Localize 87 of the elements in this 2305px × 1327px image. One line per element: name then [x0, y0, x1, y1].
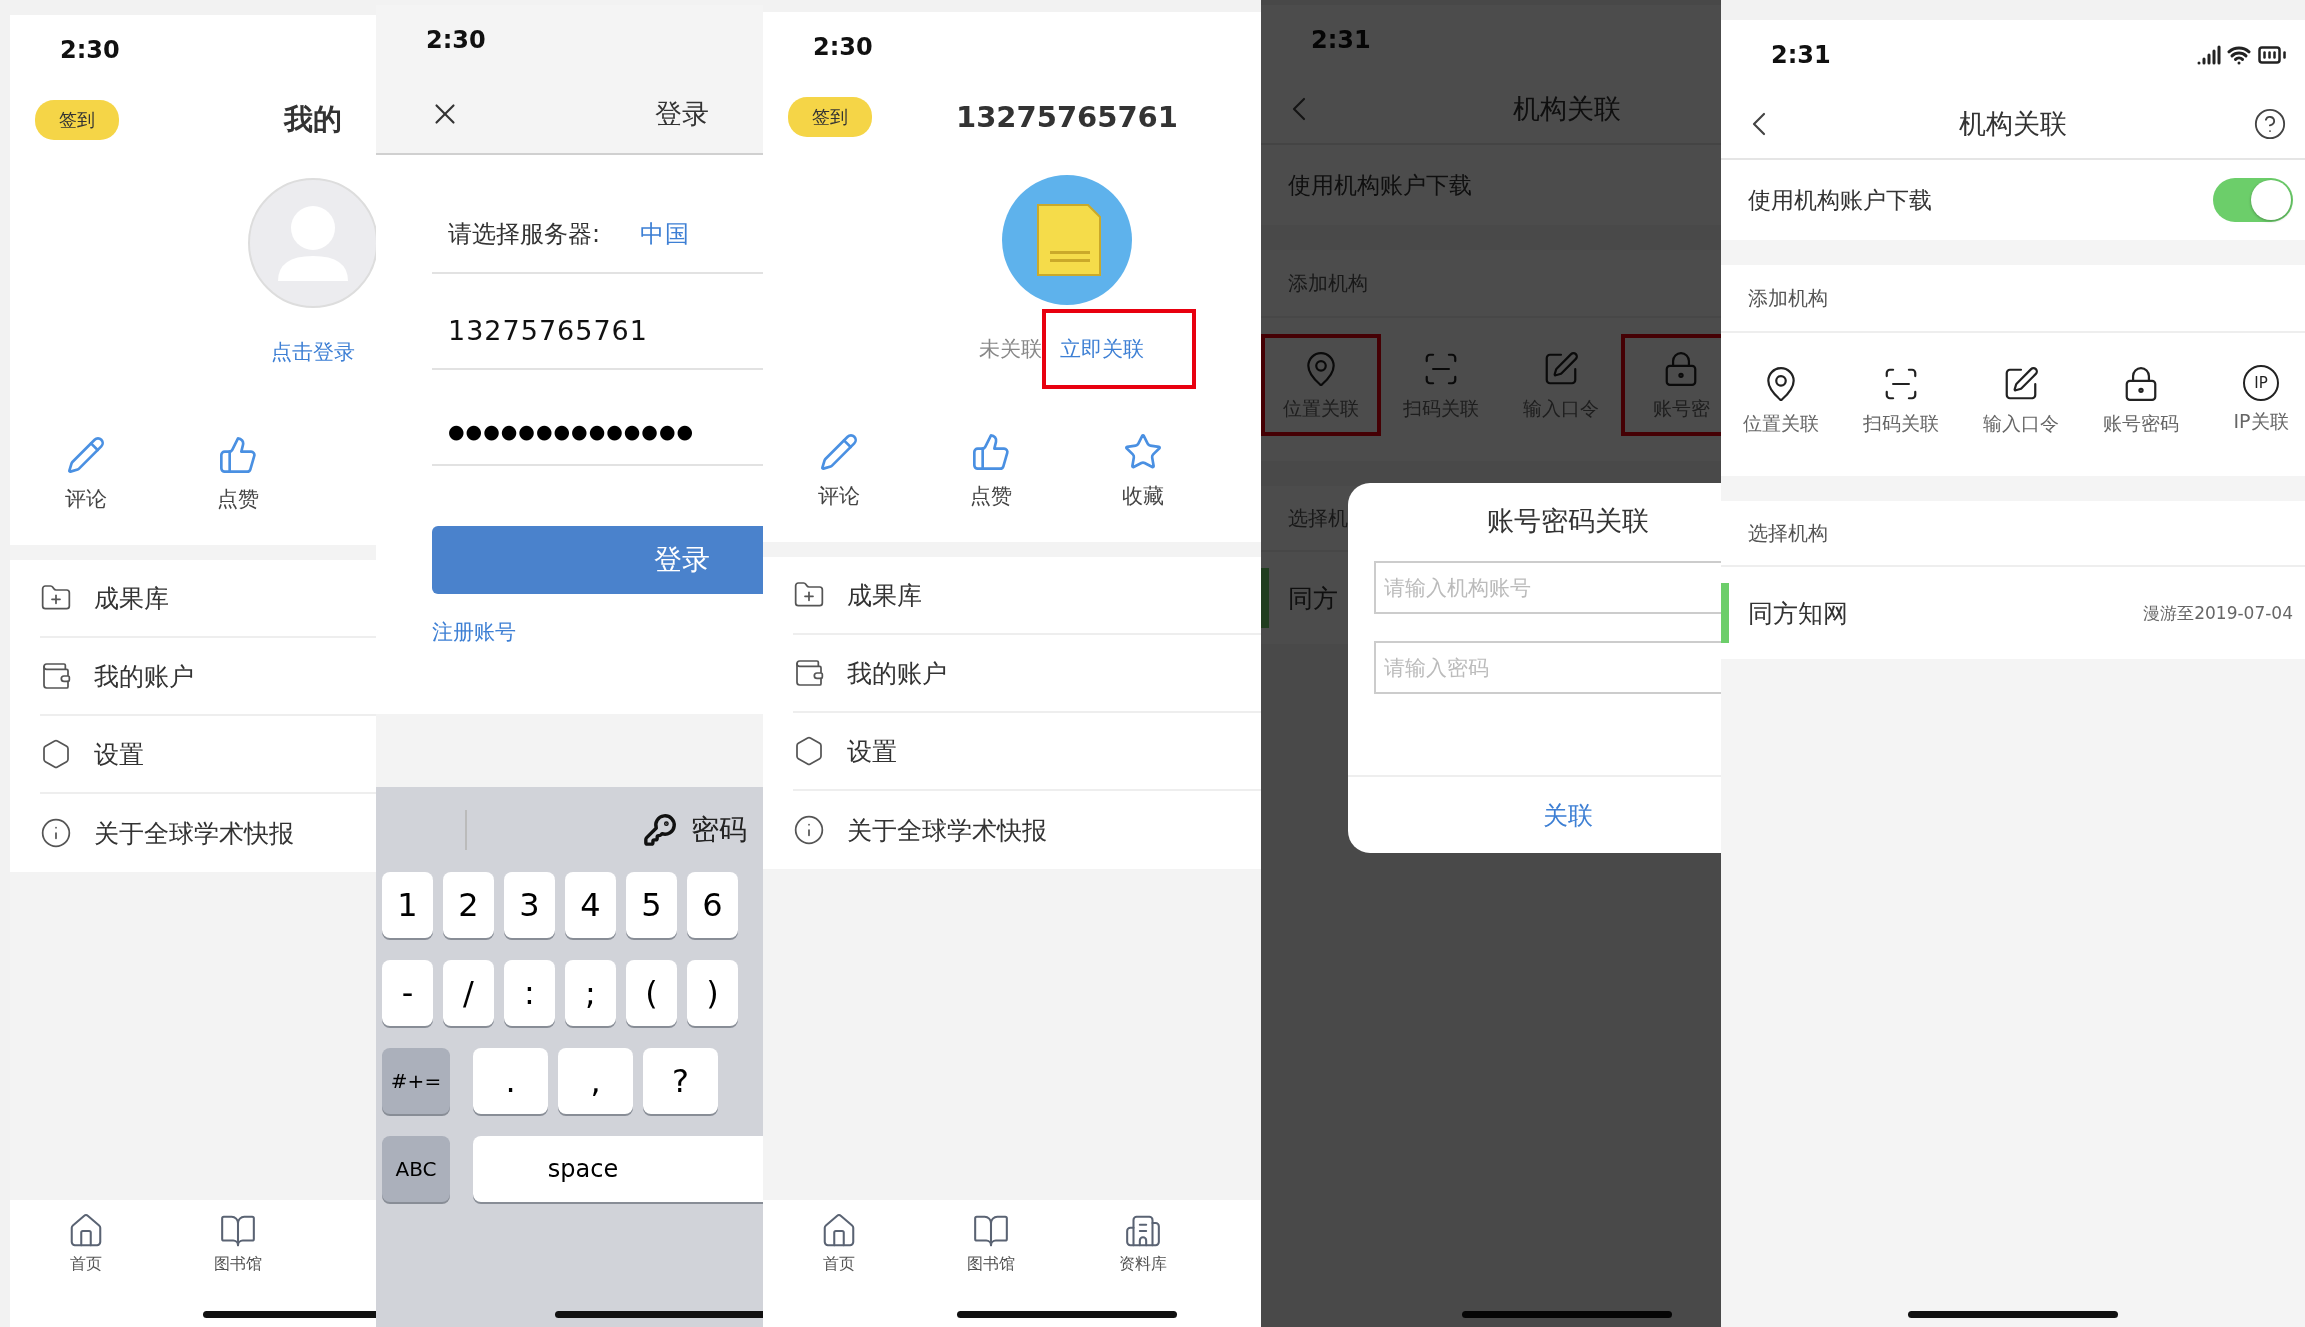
signal-icon	[2197, 43, 2221, 67]
phone-field[interactable]: 13275765761	[448, 315, 648, 346]
login-button[interactable]: 登录	[432, 526, 763, 594]
action-label[interactable]: 点赞	[217, 485, 259, 515]
status-time: 2:30	[426, 26, 486, 54]
keyboard-key[interactable]: ?	[643, 1048, 718, 1114]
tab-label[interactable]: 图书馆	[214, 1254, 262, 1275]
info-icon[interactable]	[793, 814, 825, 846]
menu-item[interactable]: 我的账户	[847, 656, 947, 690]
tab-label[interactable]: 首页	[70, 1254, 102, 1275]
action-label[interactable]: 评论	[818, 482, 860, 512]
page-title: 机构关联	[1513, 92, 1621, 126]
keyboard-key[interactable]: ABC	[382, 1136, 450, 1202]
account-link[interactable]: 点击登录	[267, 312, 359, 392]
keyboard-key[interactable]: 3	[504, 872, 555, 938]
keyboard-key[interactable]: ;	[565, 960, 616, 1026]
input-field[interactable]: 请输入密码	[1374, 641, 1721, 694]
keyboard-key[interactable]: space	[473, 1136, 763, 1202]
page-title: 机构关联	[1959, 107, 2067, 141]
status-time: 2:31	[1311, 26, 1371, 54]
tab-label[interactable]: 资料库	[1119, 1254, 1167, 1275]
hexagon-icon[interactable]	[40, 738, 72, 770]
institution-name[interactable]: 同方知网	[1748, 596, 1848, 630]
keyboard-key[interactable]: :	[504, 960, 555, 1026]
setting-label: 使用机构账户下载	[1288, 170, 1472, 200]
method-button[interactable]: IP IP关联	[2201, 349, 2305, 451]
server-selector[interactable]: 中国	[640, 218, 691, 250]
wallet-icon[interactable]	[40, 660, 72, 692]
wallet-icon[interactable]	[793, 657, 825, 689]
help-icon[interactable]	[2253, 107, 2287, 141]
key-icon[interactable]	[643, 812, 677, 847]
pencil-icon[interactable]	[66, 435, 106, 475]
menu-item[interactable]: 设置	[94, 737, 144, 771]
pencil-icon[interactable]	[819, 432, 859, 472]
tab-label[interactable]: 首页	[823, 1254, 855, 1275]
menu-item[interactable]: 设置	[847, 734, 897, 768]
ip-icon: IP	[2243, 365, 2279, 401]
password-field[interactable]: ●●●●●●●●●●●●●●	[448, 420, 695, 442]
keyboard-key[interactable]: 2	[443, 872, 494, 938]
status-time: 2:30	[813, 33, 873, 61]
method-button[interactable]: 输入口令	[1961, 349, 2081, 451]
status-time: 2:30	[60, 36, 120, 64]
method-button[interactable]: 账号密码	[2081, 349, 2201, 451]
status-time: 2:31	[1771, 41, 1831, 69]
dialog-title: 账号密码关联	[1486, 504, 1650, 538]
info-icon[interactable]	[40, 817, 72, 849]
keyboard-key[interactable]: -	[382, 960, 433, 1026]
action-label[interactable]: 收藏	[1122, 482, 1164, 512]
section-title: 添加机构	[1748, 284, 1828, 312]
account-link[interactable]: 立即关联	[1041, 309, 1196, 389]
page-title: 登录	[655, 97, 709, 131]
method-button[interactable]: 扫码关联	[1841, 349, 1961, 451]
method-button[interactable]: 位置关联	[1721, 349, 1841, 451]
checkin-button[interactable]: 签到	[788, 97, 872, 137]
action-label[interactable]: 点赞	[970, 482, 1012, 512]
thumbs-up-icon[interactable]	[218, 435, 258, 475]
keyboard-key[interactable]: .	[473, 1048, 548, 1114]
menu-item[interactable]: 成果库	[847, 578, 922, 612]
page-title: 我的	[284, 101, 342, 138]
keyboard-key[interactable]: 1	[382, 872, 433, 938]
tab-label[interactable]: 图书馆	[967, 1254, 1015, 1275]
expiry-date: 漫游至2019-07-04	[2143, 601, 2293, 625]
keyboard-key[interactable]: 6	[687, 872, 738, 938]
checkin-button[interactable]: 签到	[35, 100, 119, 140]
toggle-switch[interactable]	[2213, 178, 2293, 222]
register-link[interactable]: 注册账号	[432, 618, 763, 646]
page-title: 13275765761	[956, 100, 1178, 134]
keyboard-key[interactable]: (	[626, 960, 677, 1026]
keyboard-key[interactable]: 4	[565, 872, 616, 938]
setting-label: 使用机构账户下载	[1748, 185, 1932, 215]
action-label[interactable]: 评论	[65, 485, 107, 515]
keyboard-key[interactable]: /	[443, 960, 494, 1026]
menu-item[interactable]: 我的账户	[94, 659, 194, 693]
keyboard-key[interactable]: ,	[558, 1048, 633, 1114]
link-status: 未关联	[978, 336, 1042, 363]
server-label: 请选择服务器:	[448, 219, 601, 250]
keyboard-key[interactable]: )	[687, 960, 738, 1026]
suggestion-label[interactable]: 密码	[691, 810, 747, 849]
section-title: 选择机构	[1748, 519, 1828, 547]
input-field[interactable]: 请输入机构账号	[1374, 561, 1721, 614]
keyboard-key[interactable]: 5	[626, 872, 677, 938]
menu-item[interactable]: 关于全球学术快报	[847, 813, 1047, 847]
keyboard-key[interactable]: #+=	[382, 1048, 450, 1114]
menu-item[interactable]: 成果库	[94, 581, 169, 615]
hexagon-icon[interactable]	[793, 735, 825, 767]
menu-item[interactable]: 关于全球学术快报	[94, 816, 294, 850]
thumbs-up-icon[interactable]	[971, 432, 1011, 472]
